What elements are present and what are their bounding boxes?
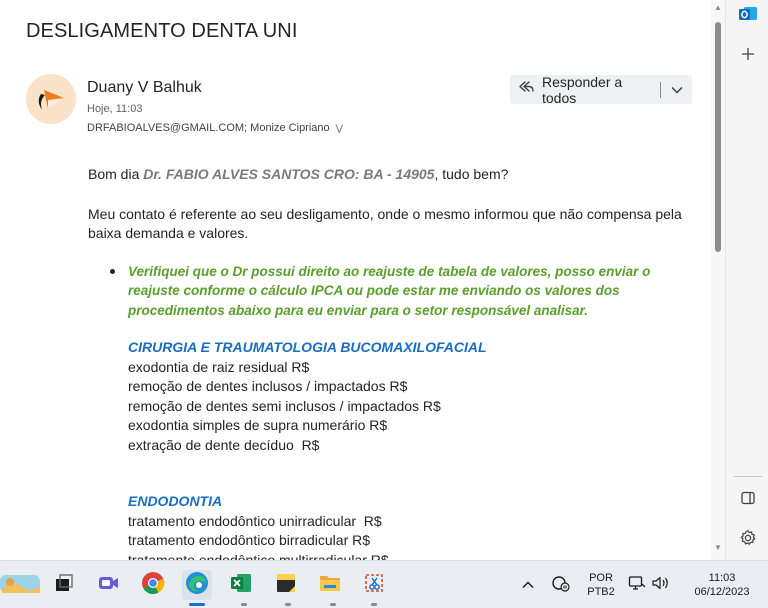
- edge-icon: [185, 571, 209, 600]
- email-subject: DESLIGAMENTO DENTA UNI: [26, 20, 298, 42]
- vertical-scrollbar[interactable]: ▲ ▼: [711, 0, 725, 560]
- list-item: remoção de dentes inclusos / impactados …: [128, 378, 408, 394]
- list-item: exodontia de raiz residual R$: [128, 358, 310, 375]
- onedrive-sync-button[interactable]: [548, 570, 574, 600]
- reply-all-button-group: Responder a todos: [510, 73, 692, 106]
- network-icon: [628, 575, 646, 596]
- list-item: tratamento endodôntico unirradicular R$: [128, 512, 382, 529]
- volume-icon: [651, 575, 671, 596]
- divider: [734, 476, 762, 477]
- settings-icon: [739, 529, 757, 552]
- clock-time: 11:03: [708, 572, 736, 584]
- recipients-list: DRFABIOALVES@GMAIL.COM; Monize Cipriano: [87, 122, 330, 134]
- plus-icon: [740, 46, 756, 67]
- scroll-up-icon[interactable]: ▲: [714, 4, 722, 12]
- settings-button[interactable]: [726, 529, 768, 552]
- section-endodontia: ENDODONTIA tratamento endodôntico unirra…: [88, 492, 688, 560]
- running-indicator: [241, 603, 247, 606]
- section-title: ENDODONTIA: [128, 493, 223, 509]
- running-indicator: [330, 603, 336, 606]
- clock-date: 06/12/2023: [694, 586, 750, 598]
- video-chat-icon: [97, 572, 119, 599]
- sticky-notes-icon: [275, 572, 297, 599]
- chevron-down-icon: [670, 81, 683, 99]
- input-language-button[interactable]: POR PTB2: [584, 571, 618, 599]
- panel-icon: [740, 490, 756, 511]
- reply-all-button[interactable]: Responder a todos: [510, 73, 660, 106]
- greeting: Bom dia Dr. FABIO ALVES SANTOS CRO: BA -…: [88, 166, 509, 182]
- excel-icon: [229, 571, 253, 600]
- volume-button[interactable]: [649, 570, 673, 600]
- sender-name[interactable]: Duany V Balhuk: [87, 79, 202, 97]
- add-app-button[interactable]: [726, 46, 768, 67]
- bullet-text: Verifiquei que o Dr possui direito ao re…: [128, 263, 651, 318]
- list-item: exodontia simples de supra numerário R$: [128, 417, 388, 433]
- file-explorer-button[interactable]: [315, 570, 345, 600]
- recipients[interactable]: DRFABIOALVES@GMAIL.COM; Monize Cipriano …: [87, 122, 343, 134]
- chrome-icon: [141, 571, 165, 600]
- sync-status-icon: [551, 574, 571, 597]
- section-title: CIRURGIA E TRAUMATOLOGIA BUCOMAXILOFACIA…: [128, 339, 487, 355]
- email-reading-pane: DESLIGAMENTO DENTA UNI Duany V Balhuk Ho…: [0, 0, 711, 560]
- scroll-down-icon[interactable]: ▼: [714, 544, 722, 552]
- outlook-icon: [738, 4, 758, 29]
- teams-chat-button[interactable]: [93, 570, 123, 600]
- chevron-up-icon: [522, 576, 534, 594]
- reply-options-dropdown[interactable]: [661, 75, 692, 104]
- reply-all-icon: [518, 79, 534, 100]
- clock-button[interactable]: 11:03 06/12/2023: [682, 571, 762, 599]
- toggle-pane-button[interactable]: [726, 490, 768, 511]
- excel-button[interactable]: [226, 570, 256, 600]
- snipping-tool-icon: [363, 572, 385, 599]
- right-rail: [725, 0, 768, 560]
- list-item: tratamento endodôntico birradicular R$: [128, 532, 371, 548]
- email-date: Hoje, 11:03: [87, 103, 143, 115]
- reply-all-label: Responder a todos: [542, 73, 623, 106]
- edge-button[interactable]: [182, 570, 212, 600]
- chrome-button[interactable]: [138, 570, 168, 600]
- keyboard-layout: PTB2: [587, 586, 615, 598]
- paragraph: Meu contato é referente ao seu desligame…: [88, 205, 682, 242]
- expand-recipients-icon[interactable]: ⋁: [336, 123, 343, 134]
- bullet-icon: [110, 268, 115, 274]
- list-item: Verifiquei que o Dr possui direito ao re…: [88, 262, 688, 321]
- active-indicator: [189, 603, 205, 606]
- list-item: tratamento endodôntico multirradicular R…: [128, 551, 389, 561]
- list-item: remoção de dentes semi inclusos / impact…: [128, 397, 441, 414]
- folder-icon: [318, 572, 342, 599]
- weather-widget-icon: [0, 569, 42, 602]
- running-indicator: [371, 603, 377, 606]
- section-cirurgia: CIRURGIA E TRAUMATOLOGIA BUCOMAXILOFACIA…: [88, 338, 688, 455]
- task-view-icon: [53, 572, 75, 599]
- task-view-button[interactable]: [49, 570, 79, 600]
- taskbar: POR PTB2 11:03 06/12/2023: [0, 560, 768, 608]
- network-button[interactable]: [626, 570, 648, 600]
- outlook-app-button[interactable]: [726, 4, 768, 29]
- snipping-tool-button[interactable]: [359, 570, 389, 600]
- language-code: POR: [589, 572, 613, 584]
- widgets-button[interactable]: [0, 570, 42, 600]
- scrollbar-thumb[interactable]: [715, 22, 721, 252]
- sticky-notes-button[interactable]: [271, 570, 301, 600]
- show-hidden-icons-button[interactable]: [516, 570, 540, 600]
- running-indicator: [285, 603, 291, 606]
- list-item: extração de dente decíduo R$: [128, 436, 320, 453]
- avatar[interactable]: [26, 74, 76, 124]
- email-body: Bom dia Dr. FABIO ALVES SANTOS CRO: BA -…: [88, 165, 688, 560]
